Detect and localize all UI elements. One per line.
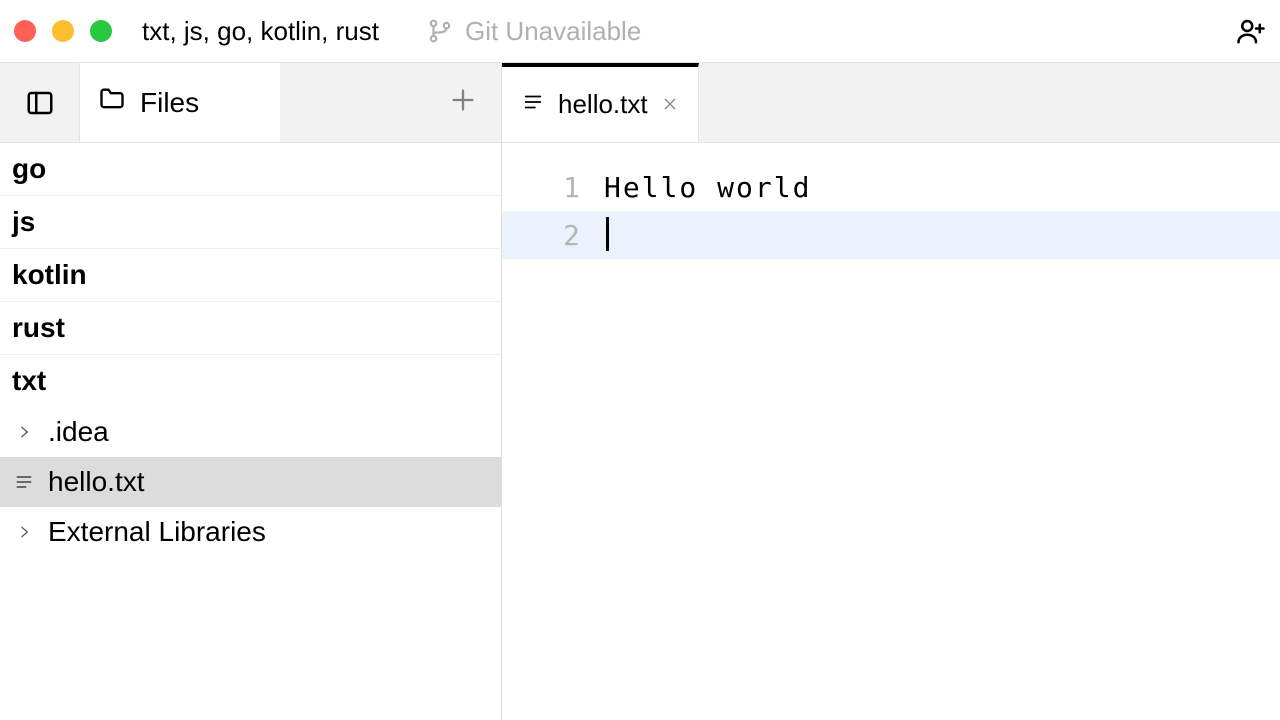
close-tab-button[interactable] [662,92,678,118]
tree-item-label: External Libraries [48,516,266,548]
text-file-icon [14,471,34,493]
git-status-text: Git Unavailable [465,16,641,47]
editor-tab-hello-txt[interactable]: hello.txt [502,63,699,142]
tree-root-go[interactable]: go [0,143,501,196]
tree-item-hello-txt[interactable]: hello.txt [0,457,501,507]
sidebar-header: Files [0,63,501,143]
tree-root-kotlin[interactable]: kotlin [0,249,501,302]
titlebar: txt, js, go, kotlin, rust Git Unavailabl… [0,0,1280,62]
code-text: Hello world [598,171,811,204]
sidebar-toggle-button[interactable] [0,63,80,142]
minimize-window-button[interactable] [52,20,74,42]
chevron-right-icon [14,424,34,440]
editor-area: hello.txt 1 Hello world 2 [502,63,1280,720]
code-line: 1 Hello world [502,163,1280,211]
text-file-icon [522,89,544,120]
code-editor[interactable]: 1 Hello world 2 [502,143,1280,720]
tree-root-txt[interactable]: txt [0,355,501,407]
window-controls [14,20,112,42]
git-status[interactable]: Git Unavailable [427,16,641,47]
sidebar-tab-files[interactable]: Files [80,63,280,142]
tree-item-idea[interactable]: .idea [0,407,501,457]
editor-tabstrip: hello.txt [502,63,1280,143]
close-window-button[interactable] [14,20,36,42]
text-caret [606,217,609,251]
line-number: 1 [502,171,598,204]
project-tree: go js kotlin rust txt .idea hello.txt [0,143,501,720]
chevron-right-icon [14,524,34,540]
sidebar-tab-label: Files [140,87,199,119]
add-button[interactable] [449,86,477,119]
line-number: 2 [502,219,598,252]
maximize-window-button[interactable] [90,20,112,42]
tree-item-label: hello.txt [48,466,145,498]
code-text [598,215,609,256]
collaborate-button[interactable] [1236,16,1266,46]
editor-tab-filename: hello.txt [558,89,648,120]
sidebar: Files go js kotlin rust txt .idea [0,63,502,720]
tree-root-js[interactable]: js [0,196,501,249]
project-title: txt, js, go, kotlin, rust [142,16,379,47]
tree-root-rust[interactable]: rust [0,302,501,355]
tree-item-external-libraries[interactable]: External Libraries [0,507,501,557]
branch-icon [427,18,453,44]
tree-item-label: .idea [48,416,109,448]
folder-icon [98,85,126,120]
code-line: 2 [502,211,1280,259]
